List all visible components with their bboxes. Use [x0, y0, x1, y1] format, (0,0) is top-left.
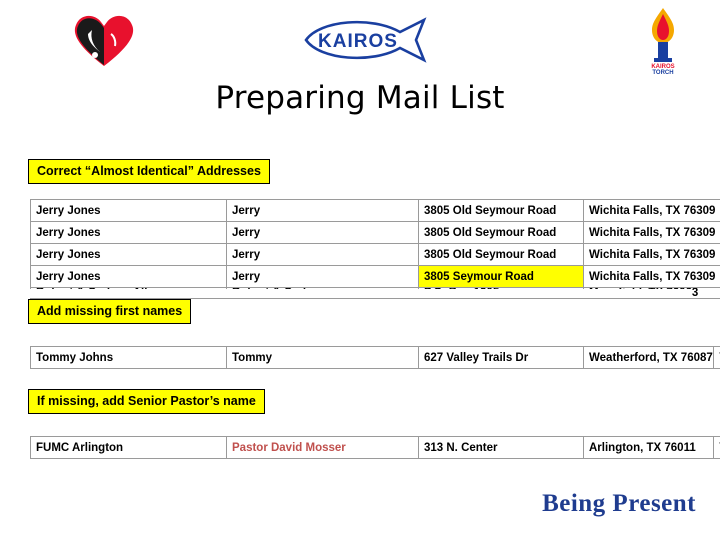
table-row: FUMC Arlington Pastor David Mosser 313 N… — [30, 436, 720, 459]
kairos-torch-logo: KAIROS TORCH — [632, 6, 694, 76]
cell-name: Jerry Jones — [30, 265, 227, 288]
cell-pastor-name: Pastor David Mosser — [226, 436, 419, 459]
table-row: Jerry Jones Jerry 3805 Old Seymour Road … — [30, 243, 720, 266]
callout-add-first-names: Add missing first names — [28, 299, 192, 325]
table-addresses: Jerry Jones Jerry 3805 Old Seymour Road … — [30, 199, 720, 299]
table-tommy: Tommy Johns Tommy 627 Valley Trails Dr W… — [30, 346, 720, 369]
cell-flag: Y — [713, 436, 720, 459]
cell-city: Wichita Falls, TX 76309 — [583, 265, 720, 288]
cell-street-highlighted: 3805 Seymour Road — [418, 265, 584, 288]
kairos-fish-logo: KAIROS — [300, 16, 430, 64]
cell-first-name: Jerry — [226, 243, 419, 266]
table-row: Jerry Jones Jerry 3805 Old Seymour Road … — [30, 199, 720, 222]
cell-street: 3805 Old Seymour Road — [418, 221, 584, 244]
table-row: Jerry Jones Jerry 3805 Seymour Road Wich… — [30, 265, 720, 288]
cell-street: 3805 Old Seymour Road — [418, 243, 584, 266]
table-row: Tommy Johns Tommy 627 Valley Trails Dr W… — [30, 346, 720, 369]
table-pastor: FUMC Arlington Pastor David Mosser 313 N… — [30, 436, 720, 459]
cell-name: FUMC Arlington — [30, 436, 227, 459]
page-title: Preparing Mail List — [215, 80, 505, 116]
cell-first-name: Tommy — [226, 346, 419, 369]
cell-flag: Y — [713, 346, 720, 369]
cell-first-name: Jerry — [226, 199, 419, 222]
callout-senior-pastor: If missing, add Senior Pastor’s name — [28, 389, 265, 415]
cell-first-name: Jerry — [226, 221, 419, 244]
cell-city: Wichita Falls, TX 76309 — [583, 199, 720, 222]
svg-text:TORCH: TORCH — [652, 70, 673, 74]
cell-city: Wichita Falls, TX 76309 — [583, 243, 720, 266]
clip-mask — [28, 289, 692, 298]
cell-street: 627 Valley Trails Dr — [418, 346, 584, 369]
cell-street: 313 N. Center — [418, 436, 584, 459]
cell-city: Arlington, TX 76011 — [583, 436, 714, 459]
cell-city: Wichita Falls, TX 76309 — [583, 221, 720, 244]
cell-street: 3805 Old Seymour Road — [418, 199, 584, 222]
footer-text: Being Present — [542, 490, 696, 517]
table-row: Jerry Jones Jerry 3805 Old Seymour Road … — [30, 221, 720, 244]
svg-text:KAIROS: KAIROS — [318, 31, 398, 52]
cell-name: Jerry Jones — [30, 199, 227, 222]
cell-name: Jerry Jones — [30, 243, 227, 266]
kairos-heart-logo — [68, 8, 140, 70]
callout-correct-addresses: Correct “Almost Identical” Addresses — [28, 159, 270, 185]
cell-city: Weatherford, TX 76087 — [583, 346, 714, 369]
cell-name: Tommy Johns — [30, 346, 227, 369]
cell-first-name: Jerry — [226, 265, 419, 288]
cell-name: Jerry Jones — [30, 221, 227, 244]
